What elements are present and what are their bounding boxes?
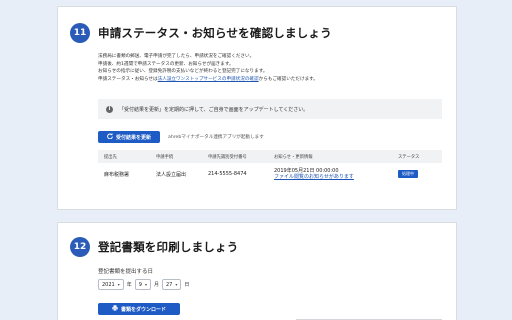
step-12-number: 12 (70, 237, 90, 257)
year-select[interactable]: 2021 ▾ (98, 279, 124, 290)
print-card: 12 登記書類を印刷しましょう 登記書類を提出する日 2021 ▾ 年 9 ▾ … (57, 222, 457, 320)
info-icon: i (106, 105, 113, 113)
date-selector: 2021 ▾ 年 9 ▾ 月 27 ▾ 日 (98, 279, 189, 290)
status-badge: 処理中 (398, 170, 418, 178)
step-11-intro: 法務局に書類の郵送、電子申請が完了したら、申請状況をご確認ください。 申請後、約… (98, 53, 438, 83)
download-documents-button[interactable]: 書類をダウンロード (98, 303, 180, 315)
month-value: 9 (138, 281, 142, 288)
col-procedure: 申請手続 (150, 150, 202, 163)
notice-link[interactable]: ファイル閲覧のお知らせがあります (274, 174, 392, 180)
day-value: 27 (165, 281, 173, 288)
cell-procedure: 法人設立届出 (156, 171, 187, 178)
month-unit: 月 (153, 282, 159, 288)
update-results-label: 受付結果を更新 (115, 134, 151, 141)
cell-office: 麻布税務署 (104, 171, 130, 178)
col-notice: お知らせ・更新情報 (268, 150, 392, 163)
table-header-row: 提出先 申請手続 申請先識別受付番号 お知らせ・更新情報 ステータス (98, 150, 442, 163)
intro-line-4-suffix: からもご確認いただけます。 (258, 76, 318, 82)
col-status: ステータス (392, 150, 442, 163)
col-office: 提出先 (98, 150, 150, 163)
table-row: 麻布税務署 法人設立届出 214-5555-8474 2019年05月21日 0… (98, 163, 442, 185)
cell-number: 214-5555-8474 (208, 171, 247, 177)
step-11-number: 11 (70, 23, 90, 43)
cell-notice: 2019年05月21日 00:00:00 ファイル閲覧のお知らせがあります (268, 163, 392, 185)
chevron-down-icon: ▾ (117, 282, 120, 287)
refresh-icon (107, 133, 113, 141)
step-11-header: 11 申請ステータス・お知らせを確認しましょう (70, 23, 332, 43)
intro-line-3: お知らせの指示に従い、登録免許税の支払いなどが終わると登記完了になります。 (98, 69, 268, 75)
update-results-button[interactable]: 受付結果を更新 (98, 131, 160, 143)
status-card: 11 申請ステータス・お知らせを確認しましょう 法務局に書類の郵送、電子申請が完… (57, 6, 457, 210)
update-note: ahrebマイナポータル連携アプリが起動します (168, 135, 264, 140)
intro-line-4-text: 申請ステータス・お知らせは (98, 76, 158, 82)
intro-line-2: 申請後、約1週間で申請ステータスの更新、お知らせが届きます。 (98, 61, 234, 67)
download-documents-label: 書類をダウンロード (120, 306, 166, 313)
intro-line-4: 申請ステータス・お知らせは法人設立ワンストップサービスの申請状況の確認からもご確… (98, 76, 438, 84)
day-unit: 日 (184, 282, 190, 288)
info-text: 「受付結果を更新」を定期的に押して、ご自身で画面をアップデートしてください。 (119, 106, 309, 113)
step-12-header: 12 登記書類を印刷しましょう (70, 237, 238, 257)
submit-date-label: 登記書類を提出する日 (98, 269, 154, 275)
month-select[interactable]: 9 ▾ (134, 279, 151, 290)
col-number: 申請先識別受付番号 (202, 150, 268, 163)
year-unit: 年 (126, 282, 132, 288)
year-value: 2021 (102, 281, 115, 288)
onestop-status-link[interactable]: 法人設立ワンストップサービスの申請状況の確認 (158, 77, 259, 82)
info-box: i 「受付結果を更新」を定期的に押して、ご自身で画面をアップデートしてください。 (98, 99, 442, 119)
step-12-title: 登記書類を印刷しましょう (98, 240, 239, 254)
chevron-down-icon: ▾ (175, 282, 178, 287)
intro-line-1: 法務局に書類の郵送、電子申請が完了したら、申請状況をご確認ください。 (98, 54, 255, 59)
step-11-title: 申請ステータス・お知らせを確認しましょう (98, 26, 332, 40)
cell-status: 処理中 (392, 163, 442, 185)
chevron-down-icon: ▾ (144, 282, 147, 287)
status-table: 提出先 申請手続 申請先識別受付番号 お知らせ・更新情報 ステータス 麻布税務署… (98, 150, 442, 185)
day-select[interactable]: 27 ▾ (161, 279, 182, 290)
printer-icon (112, 305, 118, 313)
